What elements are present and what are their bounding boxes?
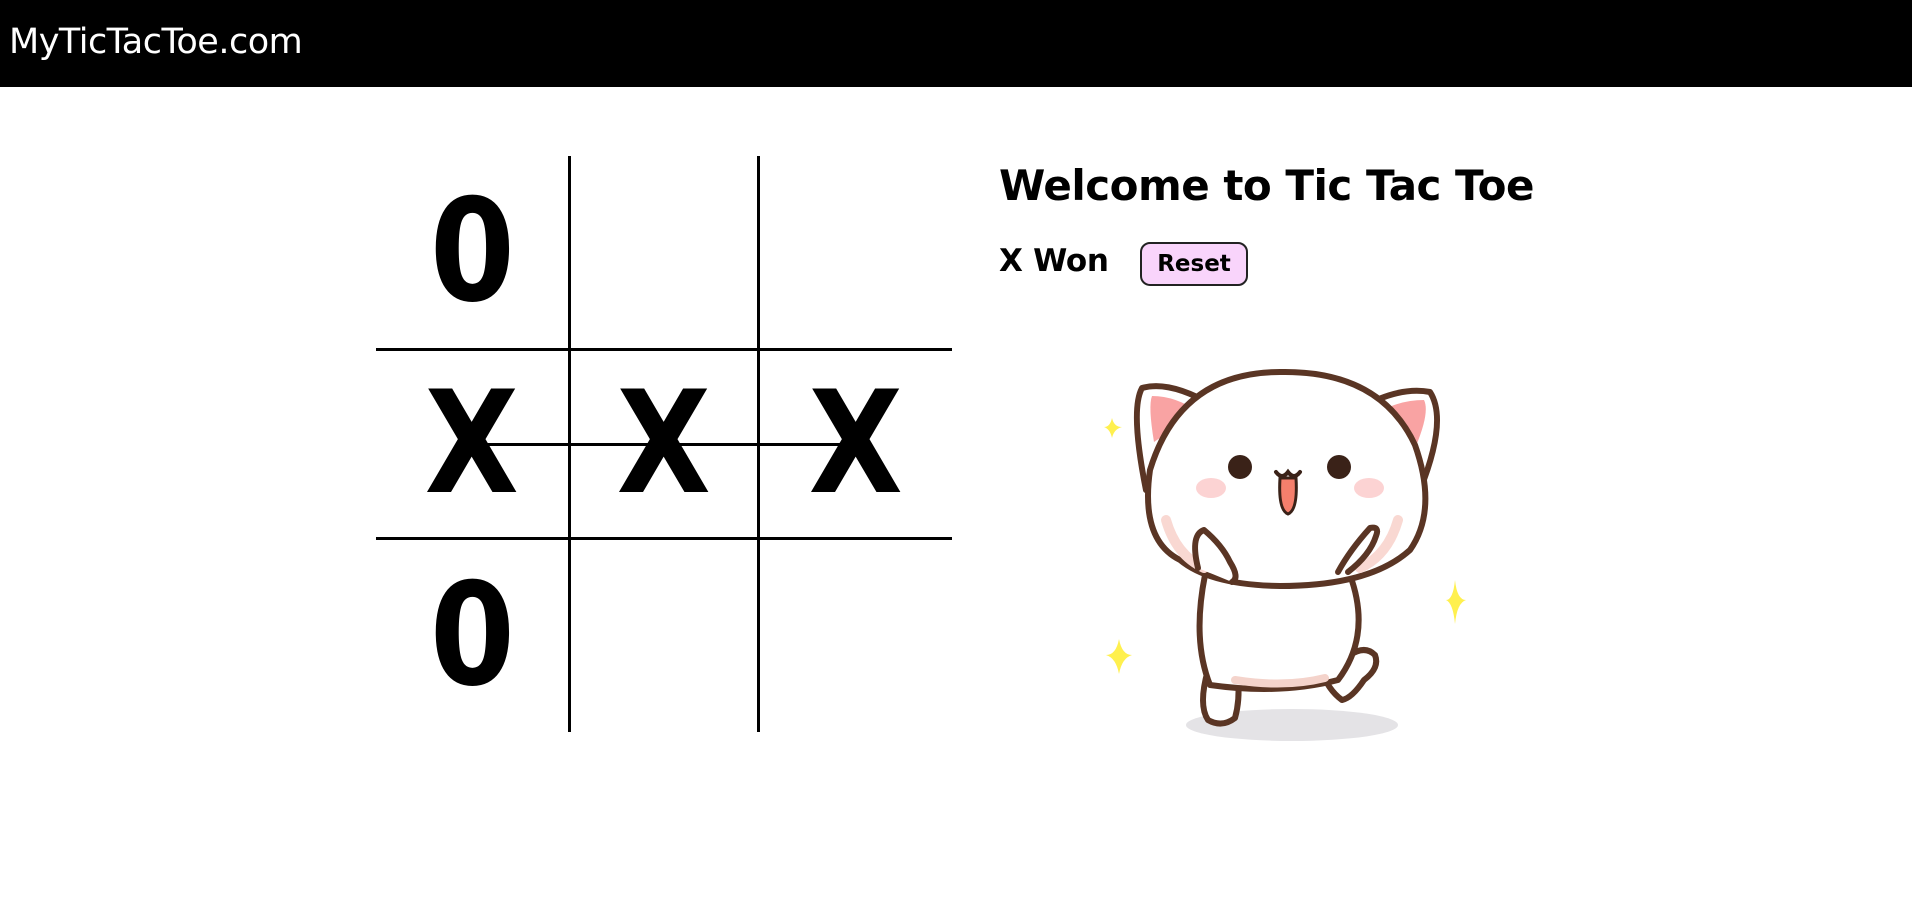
reset-button[interactable]: Reset [1140, 242, 1248, 286]
board-cell-3[interactable] [760, 156, 952, 348]
welcome-heading: Welcome to Tic Tac Toe [999, 161, 1534, 210]
board-cell-7[interactable]: 0 [376, 540, 568, 732]
cat-left-blush [1196, 478, 1226, 498]
cat-tongue [1278, 476, 1298, 516]
cell-mark: 0 [429, 553, 515, 718]
board-cell-2[interactable] [568, 156, 760, 348]
sparkle-icon [1104, 418, 1122, 438]
board-cell-1[interactable]: 0 [376, 156, 568, 348]
info-panel: Welcome to Tic Tac Toe X Won Reset [999, 160, 1534, 286]
site-title-link[interactable]: MyTicTacToe.com [9, 20, 303, 64]
sparkle-icon [1106, 639, 1132, 674]
game-board: 0 X X X 0 [376, 156, 952, 732]
happy-cat-icon [1104, 368, 1466, 741]
board-cell-9[interactable] [760, 540, 952, 732]
cat-body [1196, 572, 1362, 692]
board-cell-8[interactable] [568, 540, 760, 732]
winning-line [486, 443, 842, 446]
sparkle-icon [1446, 580, 1466, 624]
cell-mark: 0 [429, 169, 515, 334]
cat-left-eye [1228, 455, 1252, 479]
cat-right-eye [1327, 455, 1351, 479]
game-status: X Won [999, 243, 1109, 279]
navbar: MyTicTacToe.com [0, 0, 1912, 87]
cat-right-blush [1354, 478, 1384, 498]
